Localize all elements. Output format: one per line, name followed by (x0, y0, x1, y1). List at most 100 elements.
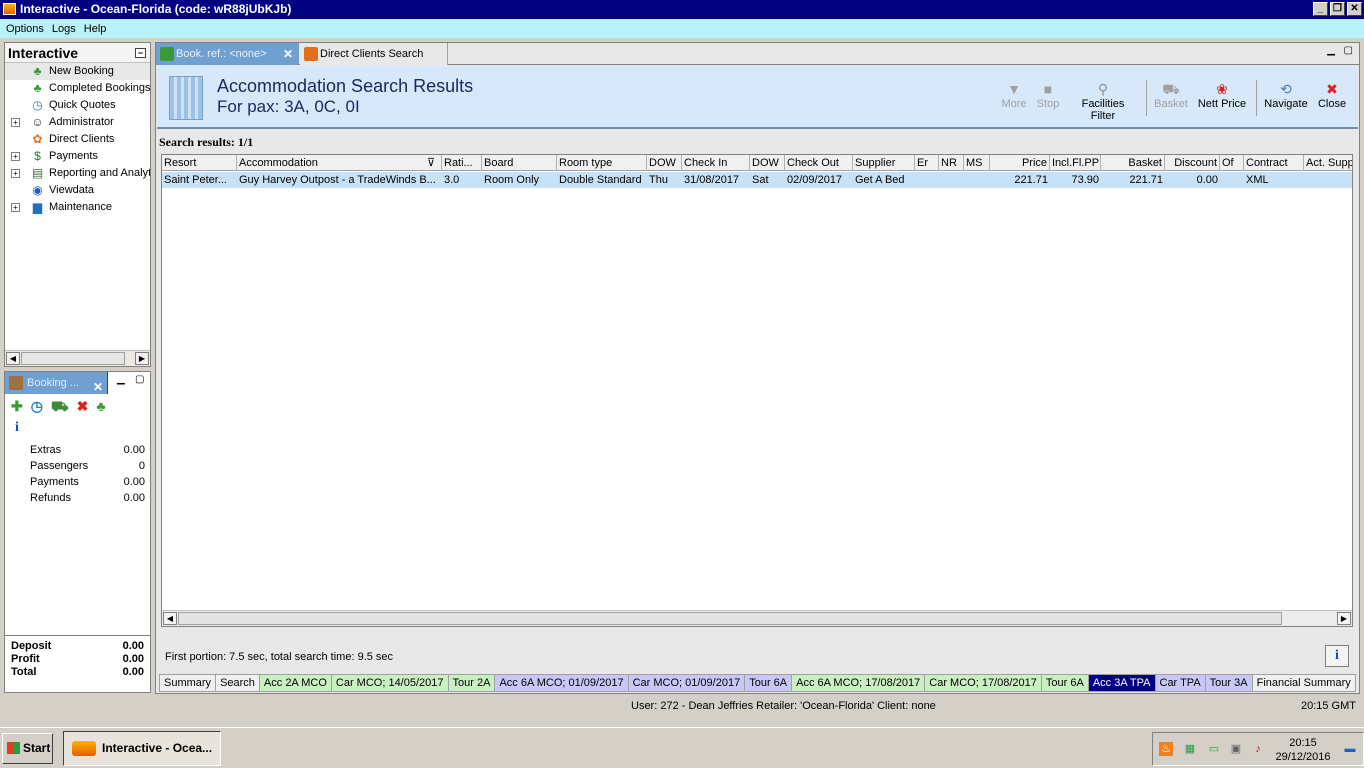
column-header[interactable]: Resort (162, 155, 237, 171)
sidebar-item-quick-quotes[interactable]: ◷ Quick Quotes (5, 97, 150, 114)
scroll-left-icon[interactable]: ◀ (163, 612, 177, 625)
close-window-button[interactable]: ✕ (1347, 2, 1362, 16)
tab-car-mco-01-09-2017[interactable]: Car MCO; 01/09/2017 (627, 674, 746, 692)
navigate-button[interactable]: ⟲ Navigate (1262, 80, 1310, 110)
menu-help[interactable]: Help (80, 23, 111, 35)
sidebar-item-viewdata[interactable]: ◉ Viewdata (5, 182, 150, 199)
minimize-panel-icon[interactable]: ▁ (117, 374, 125, 385)
show-desktop-icon[interactable]: ▬ (1343, 742, 1357, 756)
column-header[interactable]: Er (915, 155, 939, 171)
tab-acc-2a-mco[interactable]: Acc 2A MCO (258, 674, 332, 692)
column-header[interactable]: Board (482, 155, 557, 171)
sidebar-item-maintenance[interactable]: + ▆ Maintenance (5, 199, 150, 216)
cart-icon[interactable]: ⛟ (51, 398, 69, 417)
menu-logs[interactable]: Logs (48, 23, 80, 35)
clock[interactable]: 20:15 29/12/2016 (1273, 736, 1333, 764)
column-header[interactable]: MS (964, 155, 990, 171)
info-icon[interactable]: i (15, 420, 19, 436)
sidebar-item-payments[interactable]: + $ Payments (5, 148, 150, 165)
battery-icon[interactable]: ▭ (1207, 742, 1221, 756)
clock-time: 20:15 (1289, 737, 1317, 749)
clock-icon[interactable]: ◷ (31, 398, 43, 417)
column-header[interactable]: Supplier (853, 155, 915, 171)
tab-acc-3a-tpa[interactable]: Acc 3A TPA (1087, 674, 1156, 692)
tab-car-mco-14-05-2017[interactable]: Car MCO; 14/05/2017 (330, 674, 449, 692)
grid-scrollbar[interactable]: ◀ ▶ (162, 610, 1352, 626)
booking-tab[interactable]: Booking ... ✕ (5, 372, 108, 394)
tab-summary[interactable]: Summary (159, 674, 217, 692)
tab-tour-3a[interactable]: Tour 3A (1204, 674, 1253, 692)
expand-icon[interactable]: + (11, 152, 20, 161)
expand-icon[interactable]: + (11, 203, 20, 212)
start-button[interactable]: Start (2, 733, 53, 764)
menu-options[interactable]: Options (2, 23, 48, 35)
info-button[interactable]: i (1325, 645, 1349, 667)
maximize-doc-icon[interactable]: ▢ (1344, 45, 1353, 56)
tab-acc-6a-mco-01-09-2017[interactable]: Acc 6A MCO; 01/09/2017 (494, 674, 629, 692)
volume-muted-icon[interactable]: ♪ (1251, 742, 1265, 756)
scroll-right-icon[interactable]: ▶ (135, 352, 149, 365)
tab-car-tpa[interactable]: Car TPA (1154, 674, 1206, 692)
table-row[interactable]: Saint Peter... Guy Harvey Outpost - a Tra… (162, 172, 1352, 188)
expand-icon[interactable]: + (11, 118, 20, 127)
tab-car-mco-17-08-2017[interactable]: Car MCO; 17/08/2017 (924, 674, 1042, 692)
minimize-doc-icon[interactable]: ▁ (1327, 45, 1335, 56)
tab-search[interactable]: Search (215, 674, 260, 692)
column-header[interactable]: Discount (1165, 155, 1220, 171)
basket-button[interactable]: ⛟ Basket (1151, 80, 1191, 110)
column-header[interactable]: Accommodation ⊽ (237, 155, 442, 171)
column-header[interactable]: Price (990, 155, 1050, 171)
column-header[interactable]: Check In (682, 155, 750, 171)
column-header[interactable]: DOW (647, 155, 682, 171)
tab-tour-6a[interactable]: Tour 6A (1040, 674, 1089, 692)
expand-icon[interactable]: + (11, 169, 20, 178)
facilities-filter-button[interactable]: ⚲ Facilities Filter (1068, 80, 1138, 122)
tab-direct-clients-search[interactable]: Direct Clients Search (300, 43, 448, 65)
collapse-icon[interactable]: − (135, 48, 146, 58)
minimize-button[interactable]: _ (1313, 2, 1328, 16)
restore-button[interactable]: ❐ (1330, 2, 1345, 16)
scroll-right-icon[interactable]: ▶ (1337, 612, 1351, 625)
tab-tour-6a[interactable]: Tour 6A (744, 674, 793, 692)
tab-booking-ref[interactable]: Book. ref.: <none> ✕ (156, 43, 299, 65)
more-button[interactable]: ▼ More (999, 80, 1029, 110)
column-header[interactable]: Rati... (442, 155, 482, 171)
network-icon[interactable]: ▦ (1183, 742, 1197, 756)
close-tab-icon[interactable]: ✕ (283, 43, 293, 65)
nav-scrollbar[interactable]: ◀ ▶ (5, 350, 150, 366)
column-header[interactable]: Incl.Fl.PP (1050, 155, 1101, 171)
taskbar-item-interactive[interactable]: Interactive - Ocea... (63, 731, 221, 766)
column-header[interactable]: Act. Supp (1304, 155, 1352, 171)
filter-icon[interactable]: ⊽ (427, 155, 435, 171)
add-icon[interactable]: ✚ (11, 398, 23, 417)
close-results-button[interactable]: ✖ Close (1316, 80, 1348, 110)
column-header[interactable]: DOW (750, 155, 785, 171)
column-header[interactable]: Contract (1244, 155, 1304, 171)
column-header[interactable]: Room type (557, 155, 647, 171)
maximize-panel-icon[interactable]: ▢ (135, 374, 144, 385)
column-header[interactable]: Check Out (785, 155, 853, 171)
delete-icon[interactable]: ✖ (77, 398, 89, 417)
display-icon[interactable]: ▣ (1229, 742, 1243, 756)
java-icon[interactable]: ♨ (1159, 742, 1173, 756)
extras-label: Extras (30, 444, 62, 456)
scroll-thumb[interactable] (178, 612, 1282, 625)
sidebar-item-completed-bookings[interactable]: ♣ Completed Bookings (5, 80, 150, 97)
tab-tour-2a[interactable]: Tour 2A (447, 674, 496, 692)
close-icon[interactable]: ✕ (93, 376, 103, 398)
sidebar-item-administrator[interactable]: + ☺ Administrator (5, 114, 150, 131)
column-header[interactable]: Basket (1101, 155, 1165, 171)
stop-button[interactable]: ■ Stop (1034, 80, 1062, 110)
nett-price-button[interactable]: ❀ Nett Price (1197, 80, 1247, 110)
column-header[interactable]: Of (1220, 155, 1244, 171)
sidebar-item-reporting-and-analytics[interactable]: + ▤ Reporting and Analytics (5, 165, 150, 182)
scroll-thumb[interactable] (21, 352, 125, 365)
column-header[interactable]: NR (939, 155, 964, 171)
tab-acc-6a-mco-17-08-2017[interactable]: Acc 6A MCO; 17/08/2017 (791, 674, 926, 692)
palm-tree-icon[interactable]: ♣ (96, 398, 105, 417)
scroll-left-icon[interactable]: ◀ (6, 352, 20, 365)
tab-financial-summary[interactable]: Financial Summary (1251, 674, 1356, 692)
sidebar-item-direct-clients[interactable]: ✿ Direct Clients (5, 131, 150, 148)
sidebar-item-new-booking[interactable]: ♣ New Booking (5, 63, 150, 80)
title-bar: Interactive - Ocean-Florida (code: wR88j… (0, 0, 1364, 19)
